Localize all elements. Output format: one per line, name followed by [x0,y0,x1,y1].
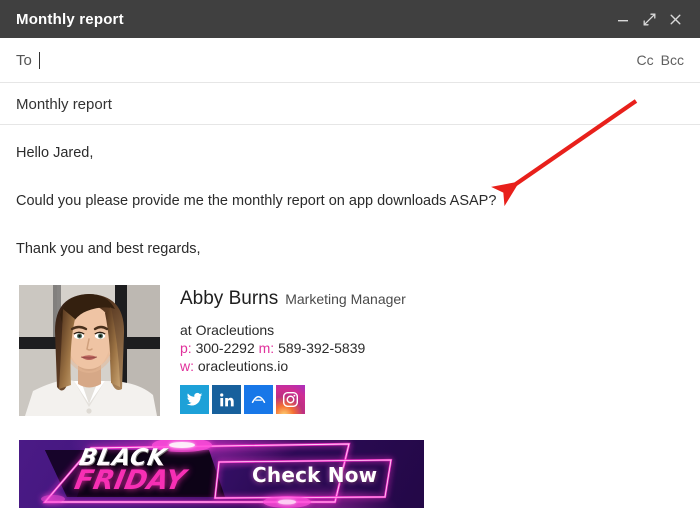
signature-phone-line: p: 300-2292 m: 589-392-5839 [180,340,406,356]
to-label: To [16,51,32,69]
phone-label: p: [180,340,192,356]
signature-role: Marketing Manager [285,291,406,307]
body-closing: Thank you and best regards, [16,241,201,258]
minimize-button[interactable] [610,6,636,32]
close-icon [670,14,680,24]
signature-web-line: w: oracleutions.io [180,358,406,374]
banner-line-friday: FRIDAY [72,464,189,496]
window-title-bar: Monthly report [0,0,700,38]
linkedin-icon [219,392,234,406]
bcc-button[interactable]: Bcc [661,52,684,68]
cc-button[interactable]: Cc [637,52,654,68]
instagram-link[interactable] [276,385,305,414]
web-label: w: [180,358,194,374]
linkedin-link[interactable] [212,385,241,414]
portrait-photo-icon [19,285,160,416]
window-title: Monthly report [16,10,124,28]
expand-button[interactable] [636,6,662,32]
message-body[interactable]: Hello Jared, Could you please provide me… [0,125,700,258]
social-links [180,385,406,414]
body-request: Could you please provide me the monthly … [16,193,497,210]
expand-icon [643,13,655,25]
subject-row[interactable]: Monthly report [0,84,700,125]
banner-cta-label[interactable]: Check Now [252,463,377,487]
window-controls [610,6,688,32]
to-input-caret[interactable] [38,51,40,69]
mobile-label: m: [258,340,275,356]
signature-photo [19,285,160,416]
minimize-icon [618,20,628,22]
mobile-value: 589-392-5839 [278,340,366,356]
signature-name-line: Abby Burns Marketing Manager [180,288,406,310]
cc-bcc-group: Cc Bcc [637,52,684,68]
signature-name: Abby Burns [180,288,279,309]
instagram-icon [282,391,299,408]
to-field-group[interactable]: To [16,51,40,69]
black-friday-banner[interactable]: BLACK FRIDAY Check Now [19,440,424,508]
appstore-icon [251,395,266,404]
body-greeting: Hello Jared, [16,145,94,161]
appstore-link[interactable] [244,385,273,414]
signature-details: Abby Burns Marketing Manager at Oracleut… [180,285,406,414]
web-value[interactable]: oracleutions.io [198,358,288,374]
banner-headline: BLACK FRIDAY [72,445,192,496]
signature-company: at Oracleutions [180,322,275,338]
twitter-icon [186,392,203,406]
recipients-row[interactable]: To Cc Bcc [0,38,700,83]
email-signature: Abby Burns Marketing Manager at Oracleut… [19,285,406,416]
phone-value: 300-2292 [195,340,255,356]
close-button[interactable] [662,6,688,32]
twitter-link[interactable] [180,385,209,414]
subject-input[interactable]: Monthly report [16,96,112,113]
